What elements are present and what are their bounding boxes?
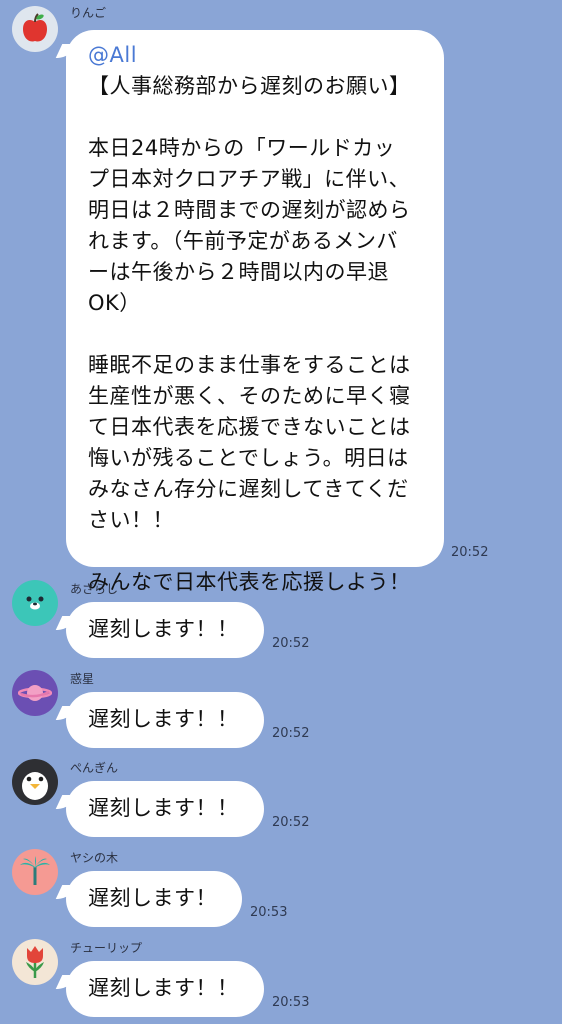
message-text-line: 本日24時からの「ワールドカッ <box>88 136 396 160</box>
message-time: 20:52 <box>451 545 489 560</box>
message-text-line: 明日は２時間までの遅刻が認めら <box>88 198 411 222</box>
sender-name: ヤシの木 <box>70 851 119 865</box>
message-time: 20:52 <box>272 636 310 651</box>
message-text-line: さい！！ <box>88 508 174 532</box>
message-bubble[interactable]: @All 【人事総務部から遅刻のお願い】 本日24時からの「ワールドカッ プ日本… <box>66 30 444 594</box>
message-text: 遅刻します！！ <box>88 796 239 820</box>
message-text-line: 睡眠不足のまま仕事をすることは <box>88 353 411 377</box>
avatar[interactable] <box>12 849 58 895</box>
message-text-line: 生産性が悪く、そのために早く寝 <box>88 384 411 408</box>
avatar[interactable] <box>12 6 58 52</box>
sender-name: あざらし <box>70 582 119 596</box>
message-time: 20:52 <box>272 726 310 741</box>
message-text: 遅刻します！ <box>88 886 217 910</box>
message-bubble[interactable]: 遅刻します！ <box>66 871 242 927</box>
message-text: 遅刻します！！ <box>88 976 239 1000</box>
message-item: りんご @All 【人事総務部から遅刻のお願い】 本日24時からの「ワールドカッ… <box>0 0 562 594</box>
avatar[interactable] <box>12 670 58 716</box>
apple-icon <box>23 13 47 42</box>
message-text-line: れます。（午前予定があるメンバ <box>88 229 398 253</box>
mention-all[interactable]: @All <box>88 40 444 71</box>
message-item: チューリップ 遅刻します！！ 20:53 <box>0 937 562 1024</box>
message-text-line: ーは午後から２時間以内の早退 <box>88 260 389 284</box>
message-item: 惑星 遅刻します！！ 20:52 <box>0 668 562 750</box>
message-bubble[interactable]: 遅刻します！！ <box>66 692 264 748</box>
message-bubble[interactable]: 遅刻します！！ <box>66 602 264 658</box>
penguin-icon <box>22 772 48 800</box>
chat-room[interactable]: りんご @All 【人事総務部から遅刻のお願い】 本日24時からの「ワールドカッ… <box>0 0 562 1024</box>
message-item: あざらし 遅刻します！！ 20:52 <box>0 578 562 660</box>
message-text-line: て日本代表を応援できないことは <box>88 415 411 439</box>
message-item: ぺんぎん 遅刻します！！ 20:52 <box>0 757 562 839</box>
avatar[interactable] <box>12 939 58 985</box>
avatar[interactable] <box>12 580 58 626</box>
message-time: 20:52 <box>272 815 310 830</box>
message-time: 20:53 <box>272 995 310 1010</box>
tulip-icon <box>26 946 44 978</box>
message-text-line: プ日本対クロアチア戦」に伴い、 <box>88 167 411 191</box>
message-time: 20:53 <box>250 905 288 920</box>
message-text: 遅刻します！！ <box>88 617 239 641</box>
planet-icon <box>18 685 52 701</box>
message-text: 遅刻します！！ <box>88 707 239 731</box>
message-text-line: OK） <box>88 291 141 315</box>
message-bubble[interactable]: 遅刻します！！ <box>66 961 264 1017</box>
sender-name: チューリップ <box>70 941 143 955</box>
sender-name: りんご <box>70 6 107 20</box>
message-bubble[interactable]: 遅刻します！！ <box>66 781 264 837</box>
palm-tree-icon <box>20 856 50 885</box>
message-text-line: 【人事総務部から遅刻のお願い】 <box>88 74 411 98</box>
sender-name: 惑星 <box>70 672 95 686</box>
message-item: ヤシの木 遅刻します！ 20:53 <box>0 847 562 929</box>
message-text-line: みなさん存分に遅刻してきてくだ <box>88 477 409 501</box>
seal-icon <box>26 596 44 610</box>
avatar[interactable] <box>12 759 58 805</box>
sender-name: ぺんぎん <box>70 761 119 775</box>
message-text-line: 悔いが残ることでしょう。明日は <box>88 446 409 470</box>
